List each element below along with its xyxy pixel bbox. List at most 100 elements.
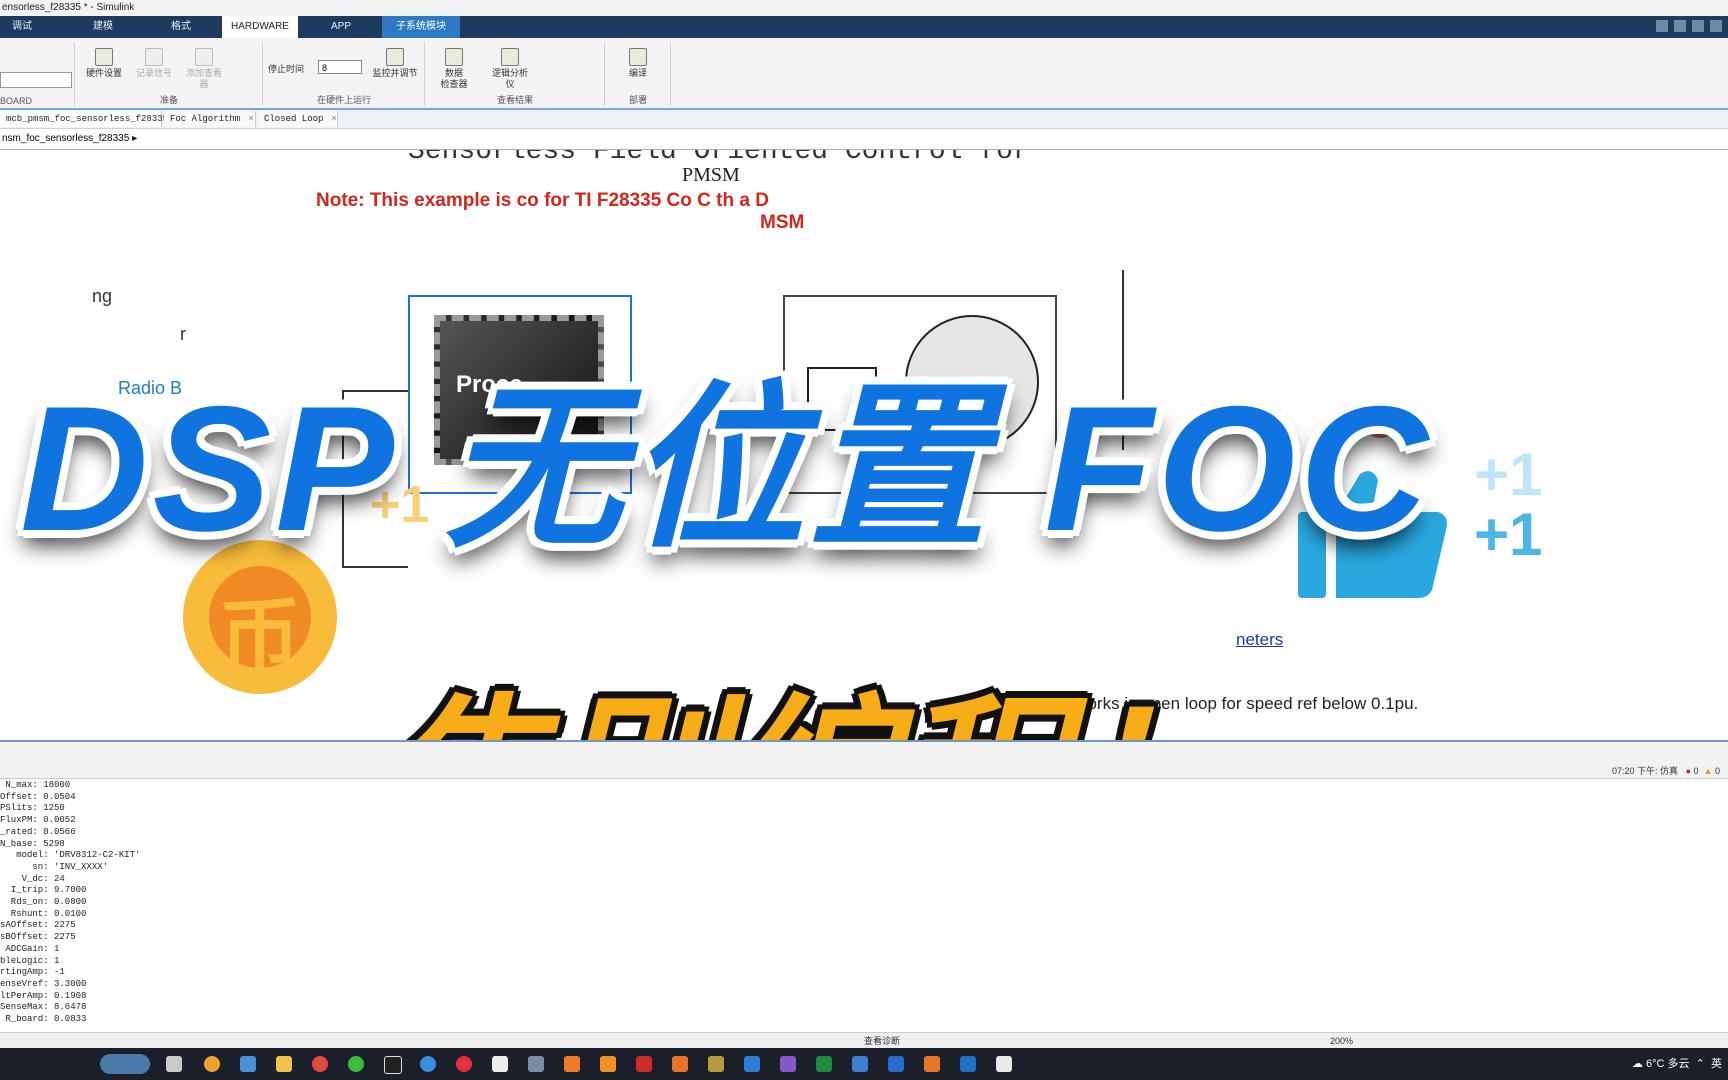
calculator-icon[interactable]	[240, 1056, 256, 1072]
console-line: N_max: 18000	[0, 780, 71, 790]
headline-overlay: DSP 无位置 FOC	[20, 369, 1433, 568]
console-line: sBOffset: 2275	[0, 932, 76, 943]
console-line: Rshunt: 0.0100	[0, 908, 87, 919]
data-inspector-button[interactable]: 数据 检查器	[432, 48, 476, 90]
view-diagnostics-link[interactable]: 查看诊断	[864, 1033, 900, 1049]
matlab-active-icon[interactable]	[924, 1056, 940, 1072]
undo-icon[interactable]	[1674, 20, 1686, 32]
deploy-group: 编译 部署	[606, 42, 671, 106]
chrome-icon[interactable]	[312, 1056, 328, 1072]
console-line: rtingAmp: -1	[0, 967, 65, 978]
error-icon[interactable]: ●	[1686, 766, 1691, 776]
run-on-hardware-label: 在硬件上运行	[316, 95, 371, 105]
view-results-label: 查看结果	[496, 95, 533, 105]
save-icon[interactable]	[1656, 20, 1668, 32]
app-icon[interactable]	[600, 1056, 616, 1072]
taskbar: ☁ 6°C 多云 ⌃ 英	[0, 1048, 1728, 1080]
qq-icon[interactable]	[384, 1056, 402, 1074]
ribbon: BOARD 硬件设置 记录信号 添加查看器 准备 停止时间 8 监控并调节 在硬…	[0, 38, 1728, 110]
diagnostics-bar: 07:20 下午: 仿真 ● 0 ▲ 0	[0, 742, 1728, 779]
search-icon[interactable]	[1710, 20, 1722, 32]
model-canvas[interactable]: Sensorless Field Oriented Control for PM…	[0, 150, 1728, 742]
wechat-icon[interactable]	[348, 1056, 364, 1072]
console-line: bleLogic: 1	[0, 955, 60, 966]
input-language[interactable]: 英	[1711, 1058, 1722, 1070]
image-app-icon[interactable]	[528, 1056, 544, 1072]
app-icon[interactable]	[888, 1056, 904, 1072]
app-icon[interactable]	[564, 1056, 580, 1072]
close-icon[interactable]: ×	[331, 114, 336, 124]
console-line: model: 'DRV8312-C2-KIT'	[0, 850, 141, 861]
document-tabs: mcb_pmsm_foc_sensorless_f28335× Foc Algo…	[0, 110, 1728, 129]
capcut-icon[interactable]	[492, 1056, 508, 1072]
console-line: N_base: 5298	[0, 838, 65, 849]
system-tray: ☁ 6°C 多云 ⌃ 英	[1632, 1048, 1722, 1080]
prepare-group-label: 准备	[159, 95, 178, 105]
console-line: PSlits: 1250	[0, 803, 65, 814]
add-viewer-button[interactable]: 添加查看器	[182, 48, 226, 90]
doc-tab-foc-algorithm[interactable]: Foc Algorithm ×	[164, 111, 256, 127]
app-icon[interactable]	[708, 1056, 724, 1072]
close-icon[interactable]: ×	[248, 114, 253, 124]
error-count: 0	[1693, 766, 1699, 776]
tab-modeling[interactable]: 建模	[78, 16, 128, 38]
side-text-1: ng	[92, 286, 113, 306]
vscode-icon[interactable]	[744, 1056, 760, 1072]
signal-icon	[145, 48, 163, 66]
tab-app[interactable]: APP	[316, 16, 366, 38]
gear-icon	[95, 48, 113, 66]
visual-studio-icon[interactable]	[780, 1056, 796, 1072]
weather-icon[interactable]: ☁	[1632, 1058, 1643, 1070]
chevron-up-icon[interactable]: ⌃	[1696, 1058, 1705, 1070]
data-inspector-icon	[445, 48, 463, 66]
breadcrumb[interactable]: nsm_foc_sensorless_f28335 ▸	[0, 129, 1728, 150]
task-view-icon[interactable]	[166, 1056, 182, 1072]
parameters-link[interactable]: neters	[1236, 630, 1283, 650]
run-on-hardware-group: 停止时间 8 监控并调节 在硬件上运行	[264, 42, 425, 106]
hardware-settings-button[interactable]: 硬件设置	[82, 48, 126, 79]
zoom-level[interactable]: 200%	[1330, 1033, 1353, 1049]
command-window[interactable]: N_max: 18000 Offset: 0.0504 PSlits: 1250…	[0, 780, 1728, 1030]
app-icon[interactable]	[636, 1056, 652, 1072]
doc-tab-closed-loop[interactable]: Closed Loop ×	[258, 111, 338, 127]
prepare-group: 硬件设置 记录信号 添加查看器 准备	[76, 42, 263, 106]
dolphin-widget-icon[interactable]	[100, 1054, 150, 1074]
build-icon	[629, 48, 647, 66]
console-line: ltPerAmp: 0.1908	[0, 990, 87, 1001]
browser-icon[interactable]	[420, 1056, 436, 1072]
app-icon[interactable]	[996, 1056, 1012, 1072]
sim-time: 07:20 下午: 仿真	[1612, 766, 1679, 776]
search-icon[interactable]	[204, 1056, 220, 1072]
status-bar: 查看诊断 200%	[0, 1032, 1728, 1049]
tab-hardware[interactable]: HARDWARE	[222, 16, 298, 38]
deploy-group-label: 部署	[628, 95, 647, 105]
redo-icon[interactable]	[1692, 20, 1704, 32]
app-icon[interactable]	[960, 1056, 976, 1072]
console-line: enseVref: 3.3000	[0, 978, 87, 989]
warning-count: 0	[1714, 766, 1720, 776]
subhead-overlay: 告别编程！	[378, 638, 1238, 740]
tab-format[interactable]: 格式	[156, 16, 206, 38]
file-explorer-icon[interactable]	[276, 1056, 292, 1072]
tab-subsystem-block[interactable]: 子系统模块	[382, 16, 460, 38]
weather-text[interactable]: 6°C 多云	[1646, 1058, 1690, 1070]
build-button[interactable]: 编译	[616, 48, 660, 79]
board-group-label: BOARD	[0, 96, 33, 106]
logic-analyzer-icon	[501, 48, 519, 66]
matlab-icon[interactable]	[672, 1056, 688, 1072]
excel-icon[interactable]	[816, 1056, 832, 1072]
ide-icon[interactable]	[852, 1056, 868, 1072]
monitor-tune-button[interactable]: 监控并调节	[368, 48, 422, 79]
model-subtitle: PMSM	[682, 164, 740, 186]
netease-music-icon[interactable]	[456, 1056, 472, 1072]
viewer-icon	[195, 48, 213, 66]
log-signals-button[interactable]: 记录信号	[132, 48, 176, 79]
menu-bar: 调试 建模 格式 HARDWARE APP 子系统模块	[0, 16, 1728, 38]
console-line: I_trip: 9.7000	[0, 885, 87, 896]
stop-time-input[interactable]: 8	[318, 60, 362, 74]
board-select[interactable]	[0, 72, 72, 88]
warning-icon[interactable]: ▲	[1704, 766, 1713, 776]
logic-analyzer-button[interactable]: 逻辑分析 仪	[482, 48, 538, 90]
doc-tab-main-model[interactable]: mcb_pmsm_foc_sensorless_f28335×	[0, 111, 181, 127]
tab-debug[interactable]: 调试	[0, 16, 44, 38]
